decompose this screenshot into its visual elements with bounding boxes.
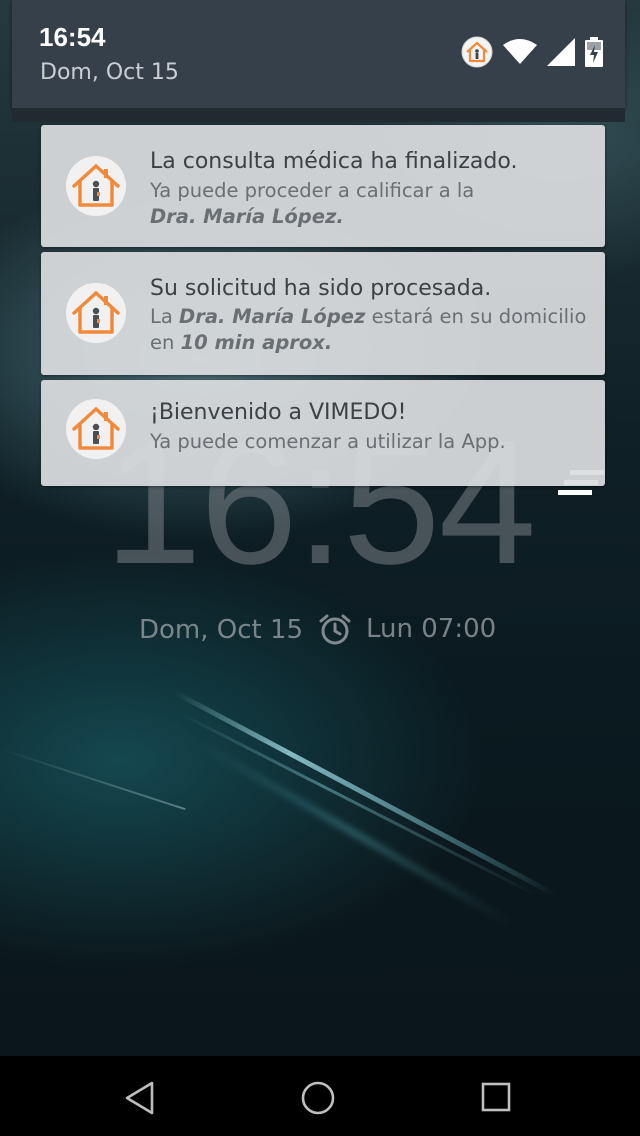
notification-solicitud-procesada[interactable]: Su solicitud ha sido procesada. La Dra. … [41,252,605,375]
house-doctor-icon [66,156,126,216]
status-time: 16:54 [39,22,106,52]
recents-square-icon[interactable] [479,1080,515,1116]
home-circle-icon[interactable] [300,1080,336,1116]
status-date: Dom, Oct 15 [40,60,179,85]
alarm-time: Lun 07:00 [366,614,497,644]
status-icons [461,36,603,72]
notification-title: ¡Bienvenido a VIMEDO! [150,400,407,425]
notification-body-emphasis: 10 min aprox. [180,331,333,354]
notification-body: La Dra. María López estará en su domicil… [150,304,591,356]
shade-divider [12,108,625,122]
wallpaper-streak [173,690,556,897]
notification-body: Ya puede proceder a calificar a la Dra. … [150,178,591,230]
battery-charging-icon [585,37,603,71]
house-doctor-icon [66,399,126,459]
wallpaper-streak [198,740,514,928]
notification-bienvenido[interactable]: ¡Bienvenido a VIMEDO! Ya puede comenzar … [41,380,605,486]
lock-screen: 16:54 Dom, Oct 15 Lun 07:00 16:54 Dom, O… [0,0,640,1136]
wallpaper-streak [0,748,186,811]
notification-body-text: Ya puede proceder a calificar a la [150,179,475,202]
notification-consulta-finalizada[interactable]: La consulta médica ha finalizado. Ya pue… [41,125,605,247]
signal-icon [547,38,575,70]
lock-date: Dom, Oct 15 [139,615,304,645]
notification-body-emphasis: Dra. María López. [150,205,344,228]
notification-shade-header[interactable]: 16:54 Dom, Oct 15 [12,0,625,108]
notification-title: La consulta médica ha finalizado. [150,149,518,174]
house-doctor-icon [66,283,126,343]
navigation-bar [0,1056,640,1136]
vimedo-app-icon [461,36,493,72]
back-triangle-icon[interactable] [122,1080,158,1116]
alarm-icon [318,613,352,651]
notification-body-emphasis: Dra. María López [179,305,366,328]
wallpaper-streak [179,712,538,897]
wifi-icon [503,39,537,69]
notification-body-text: La [150,305,173,328]
notification-body: Ya puede comenzar a utilizar la App. [150,430,506,453]
notification-title: Su solicitud ha sido procesada. [150,276,492,301]
